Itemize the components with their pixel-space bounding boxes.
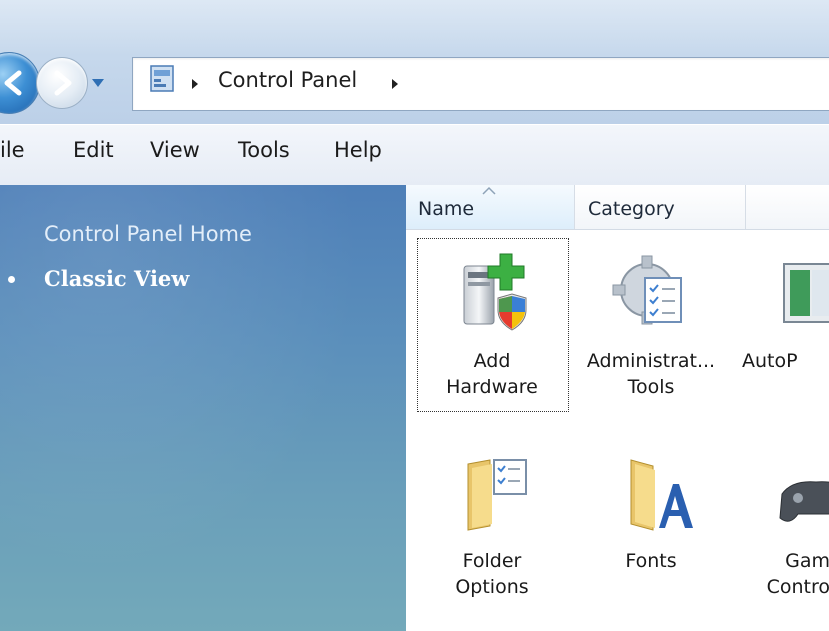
control-panel-icon — [150, 65, 174, 92]
breadcrumb-control-panel[interactable]: Control Panel — [218, 68, 357, 92]
sort-ascending-icon — [482, 186, 496, 195]
column-header-category-label: Category — [588, 198, 675, 220]
autoplay-icon — [783, 263, 829, 323]
item-label: AutoP — [742, 348, 829, 374]
control-panel-window: Control Panel ile Edit View Tools Help C… — [0, 0, 829, 631]
item-label-line1: Add — [473, 350, 511, 372]
current-view-bullet-icon — [8, 276, 15, 283]
back-arrow-icon — [4, 70, 22, 96]
folder-options-icon — [467, 459, 527, 531]
control-panel-item-game-controllers[interactable]: Gam Contro — [730, 440, 829, 620]
game-controllers-icon — [779, 481, 829, 522]
forward-button[interactable] — [36, 57, 88, 109]
control-panel-item-administrative-tools[interactable]: Administrat... Tools — [571, 240, 731, 420]
task-pane-highlight — [0, 185, 406, 631]
forward-arrow-icon — [54, 70, 72, 96]
menu-edit[interactable]: Edit — [73, 138, 114, 162]
item-label: Administrat... Tools — [571, 348, 731, 400]
control-panel-item-autoplay[interactable]: AutoP — [730, 240, 829, 420]
item-label-line1: Administrat... — [586, 350, 716, 372]
item-label-line1: Folder — [462, 550, 522, 572]
menu-file[interactable]: ile — [0, 138, 25, 162]
item-label-line2: Options — [455, 576, 529, 598]
breadcrumb-separator-icon[interactable] — [190, 78, 200, 90]
menu-view[interactable]: View — [150, 138, 200, 162]
menu-help[interactable]: Help — [334, 138, 382, 162]
item-label-line2: Hardware — [446, 376, 538, 398]
administrative-tools-icon — [612, 255, 682, 325]
menu-tools[interactable]: Tools — [238, 138, 290, 162]
classic-view-link[interactable]: Classic View — [44, 266, 189, 291]
column-header-name-label: Name — [418, 198, 475, 220]
menu-bar — [0, 124, 829, 186]
control-panel-home-link[interactable]: Control Panel Home — [44, 222, 252, 246]
control-panel-item-add-hardware[interactable]: Add Hardware — [412, 240, 572, 420]
item-label-line2: Contro — [766, 576, 829, 598]
item-label-line1: AutoP — [742, 350, 798, 372]
recent-pages-dropdown-icon[interactable] — [90, 76, 106, 90]
item-label-line1: Gam — [785, 550, 829, 572]
fonts-icon — [630, 459, 693, 531]
breadcrumb-separator-icon[interactable] — [390, 78, 400, 90]
control-panel-item-folder-options[interactable]: Folder Options — [412, 440, 572, 620]
item-label: Add Hardware — [412, 348, 572, 400]
add-hardware-icon — [463, 253, 527, 331]
item-label: Folder Options — [412, 548, 572, 600]
item-label: Gam Contro — [670, 548, 829, 600]
item-label-line2: Tools — [627, 376, 675, 398]
